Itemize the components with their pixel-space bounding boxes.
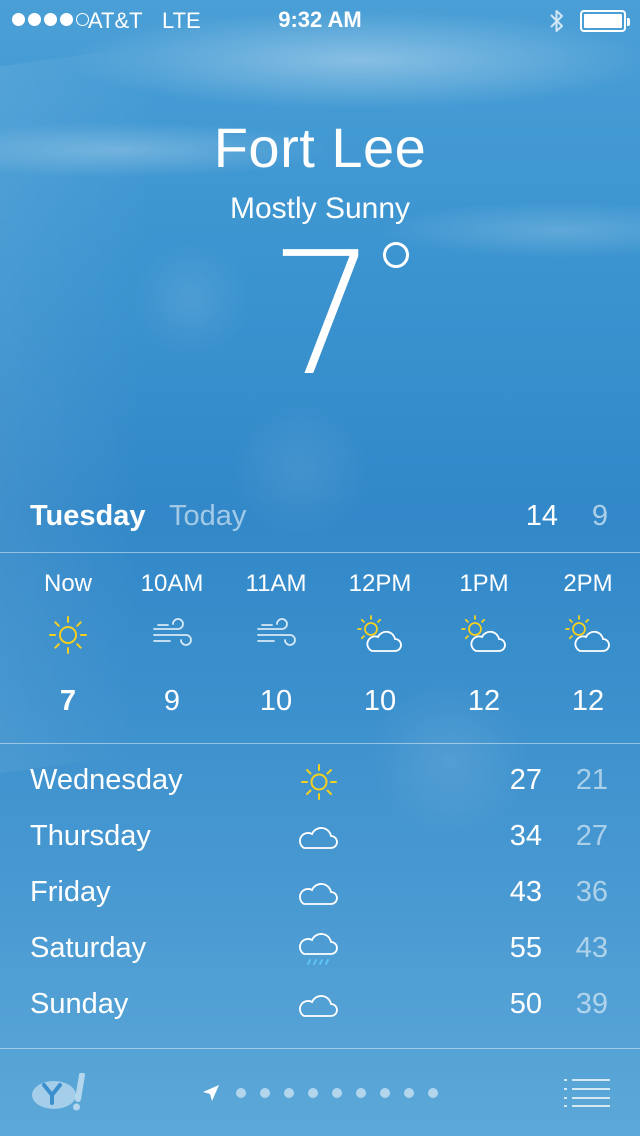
page-dot[interactable] bbox=[404, 1088, 414, 1098]
today-high: 14 bbox=[525, 500, 558, 532]
partly-cloudy-icon bbox=[432, 610, 536, 660]
hour-temp: 10 bbox=[259, 685, 293, 717]
hour-item: 11AM 10 bbox=[224, 570, 328, 718]
hour-time: 1PM bbox=[459, 570, 509, 597]
hour-time: 12PM bbox=[348, 570, 412, 597]
page-dot[interactable] bbox=[380, 1088, 390, 1098]
status-time: 9:32 AM bbox=[278, 7, 362, 32]
battery-icon bbox=[580, 10, 630, 32]
today-low: 9 bbox=[591, 500, 608, 532]
forecast-day: Friday bbox=[30, 876, 111, 908]
forecast-day: Sunday bbox=[30, 988, 129, 1020]
hour-time: Now bbox=[43, 570, 92, 597]
page-dot[interactable] bbox=[356, 1088, 366, 1098]
wind-icon bbox=[224, 610, 328, 660]
bluetooth-icon bbox=[550, 10, 563, 32]
page-dot[interactable] bbox=[236, 1088, 246, 1098]
status-bar: AT&T LTE 9:32 AM bbox=[0, 0, 640, 40]
divider bbox=[0, 743, 640, 744]
city-name: Fort Lee bbox=[213, 116, 427, 179]
hour-item: 2PM 12 bbox=[536, 570, 640, 718]
current-temperature: 7 bbox=[0, 230, 640, 400]
forecast-high: 55 bbox=[509, 932, 542, 964]
forecast-high: 50 bbox=[509, 988, 542, 1020]
location-arrow-icon bbox=[203, 1085, 219, 1101]
page-indicator[interactable] bbox=[0, 1084, 640, 1102]
hour-temp: 10 bbox=[363, 685, 397, 717]
cloud-icon bbox=[299, 995, 338, 1017]
hour-temp: 7 bbox=[59, 685, 77, 717]
cloud-icon bbox=[299, 827, 338, 849]
forecast-row: Saturday 55 43 bbox=[0, 922, 640, 978]
forecast-day: Wednesday bbox=[30, 764, 183, 796]
forecast-low: 43 bbox=[575, 932, 608, 964]
hour-temp: 12 bbox=[467, 685, 501, 717]
page-dot[interactable] bbox=[308, 1088, 318, 1098]
cloud-icon bbox=[299, 883, 338, 905]
degree-symbol bbox=[383, 242, 410, 268]
forecast-high: 34 bbox=[509, 820, 542, 852]
hour-time: 11AM bbox=[245, 570, 307, 597]
forecast-high: 43 bbox=[509, 876, 542, 908]
wind-icon bbox=[120, 610, 224, 660]
forecast-low: 39 bbox=[575, 988, 608, 1020]
page-dot[interactable] bbox=[284, 1088, 294, 1098]
forecast-day: Saturday bbox=[30, 932, 147, 964]
forecast-row: Friday 43 36 bbox=[0, 866, 640, 922]
forecast-low: 21 bbox=[575, 764, 608, 796]
hour-item: 1PM 12 bbox=[432, 570, 536, 718]
city-list-icon[interactable] bbox=[564, 1077, 610, 1107]
bottom-toolbar bbox=[0, 1049, 640, 1136]
sun-icon bbox=[16, 610, 120, 660]
hourly-forecast[interactable]: Now 7 10AM 9 11AM 10 12PM 10 1PM 12 2PM bbox=[0, 560, 640, 735]
forecast-day: Thursday bbox=[30, 820, 151, 852]
today-label: Today bbox=[169, 500, 247, 532]
forecast-high: 27 bbox=[509, 764, 542, 796]
partly-cloudy-icon bbox=[536, 610, 640, 660]
today-summary: Tuesday Today 14 9 bbox=[0, 496, 640, 540]
today-day-name: Tuesday bbox=[30, 500, 146, 532]
page-dot[interactable] bbox=[332, 1088, 342, 1098]
hour-item: 12PM 10 bbox=[328, 570, 432, 718]
forecast-row: Thursday 34 27 bbox=[0, 810, 640, 866]
hour-item: 10AM 9 bbox=[120, 570, 224, 718]
forecast-row: Wednesday 27 21 bbox=[0, 754, 640, 810]
hour-temp: 12 bbox=[571, 685, 605, 717]
hour-time: 10AM bbox=[140, 570, 204, 597]
temperature-value: 7 bbox=[269, 230, 410, 400]
cloud-rain-icon bbox=[299, 933, 338, 965]
hour-item: Now 7 bbox=[16, 570, 120, 718]
forecast-low: 27 bbox=[575, 820, 608, 852]
page-dot[interactable] bbox=[428, 1088, 438, 1098]
page-dot[interactable] bbox=[260, 1088, 270, 1098]
forecast-row: Sunday 50 39 bbox=[0, 978, 640, 1034]
forecast-low: 36 bbox=[575, 876, 608, 908]
battery-fill bbox=[584, 14, 622, 28]
sun-icon bbox=[301, 764, 337, 800]
temperature-number: 7 bbox=[268, 216, 377, 414]
hour-temp: 9 bbox=[163, 685, 181, 717]
divider bbox=[0, 552, 640, 553]
hour-time: 2PM bbox=[563, 570, 613, 597]
partly-cloudy-icon bbox=[328, 610, 432, 660]
